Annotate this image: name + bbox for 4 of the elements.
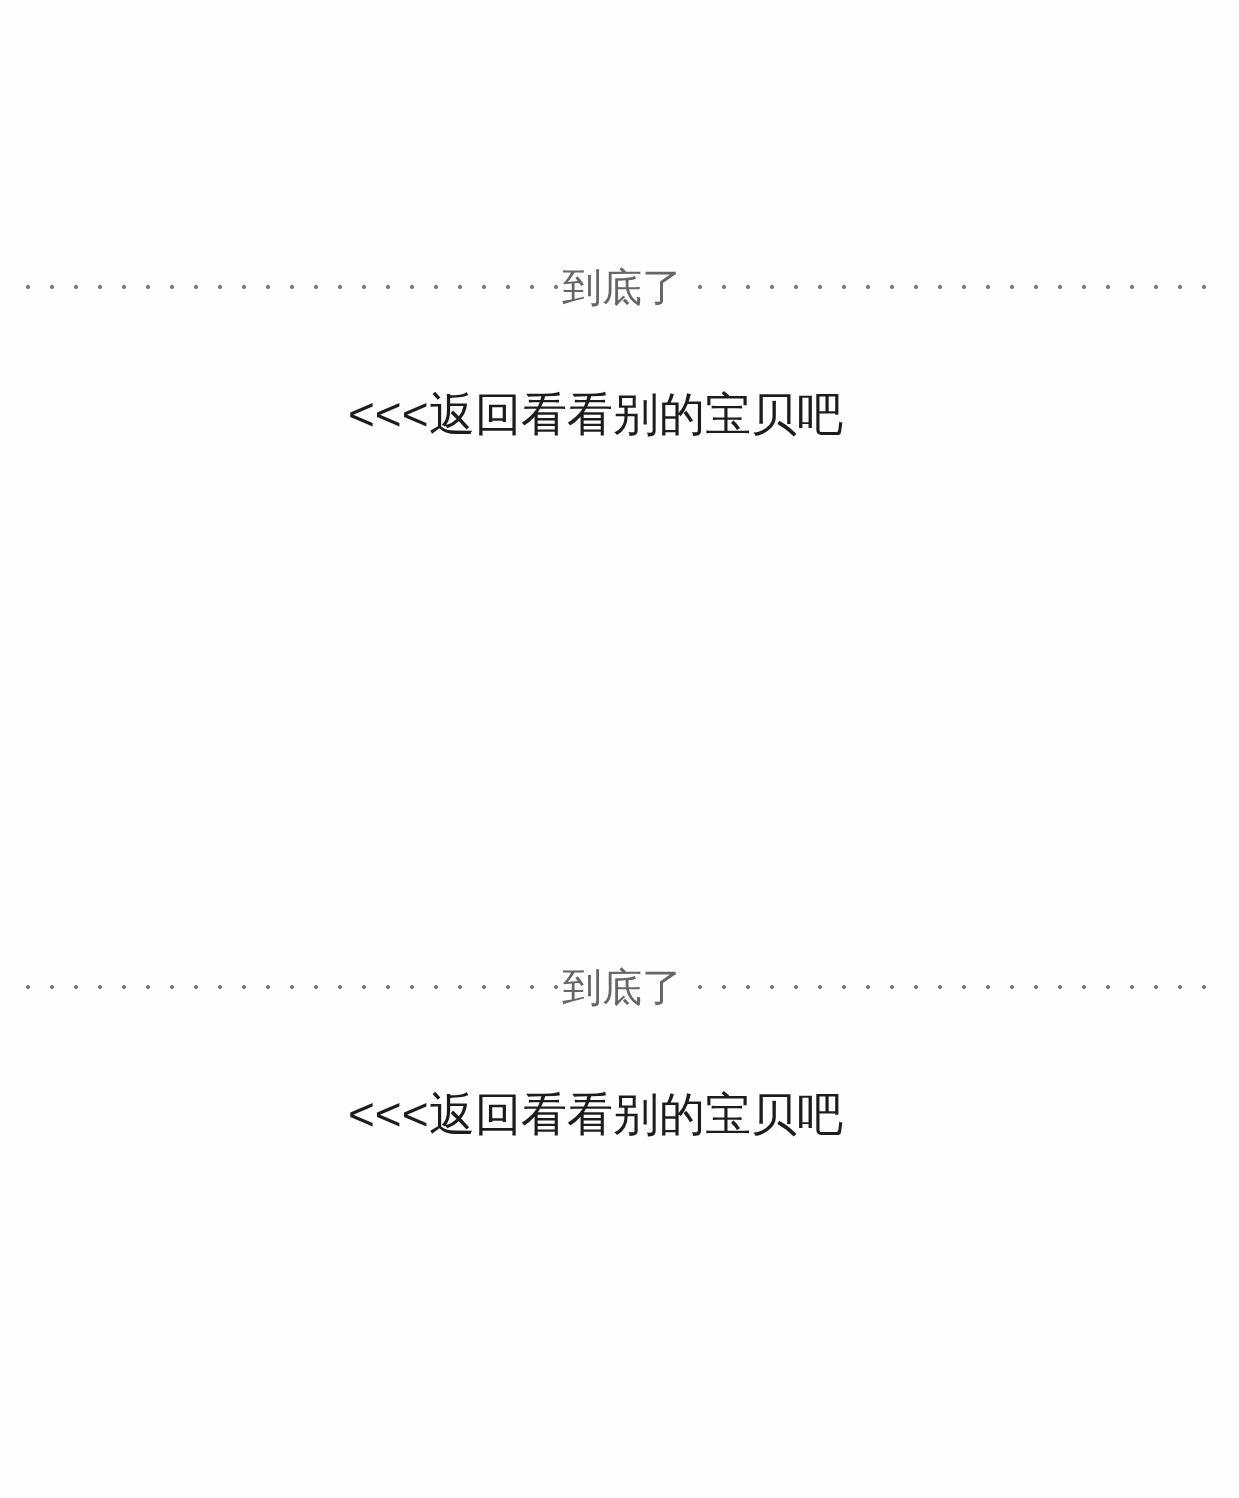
back-link[interactable]: <<<返回看看别的宝贝吧 bbox=[348, 1087, 843, 1141]
end-of-list-label: 到底了 bbox=[561, 964, 683, 1011]
back-link[interactable]: <<<返回看看别的宝贝吧 bbox=[348, 387, 843, 441]
end-of-list-label: 到底了 bbox=[561, 264, 683, 311]
